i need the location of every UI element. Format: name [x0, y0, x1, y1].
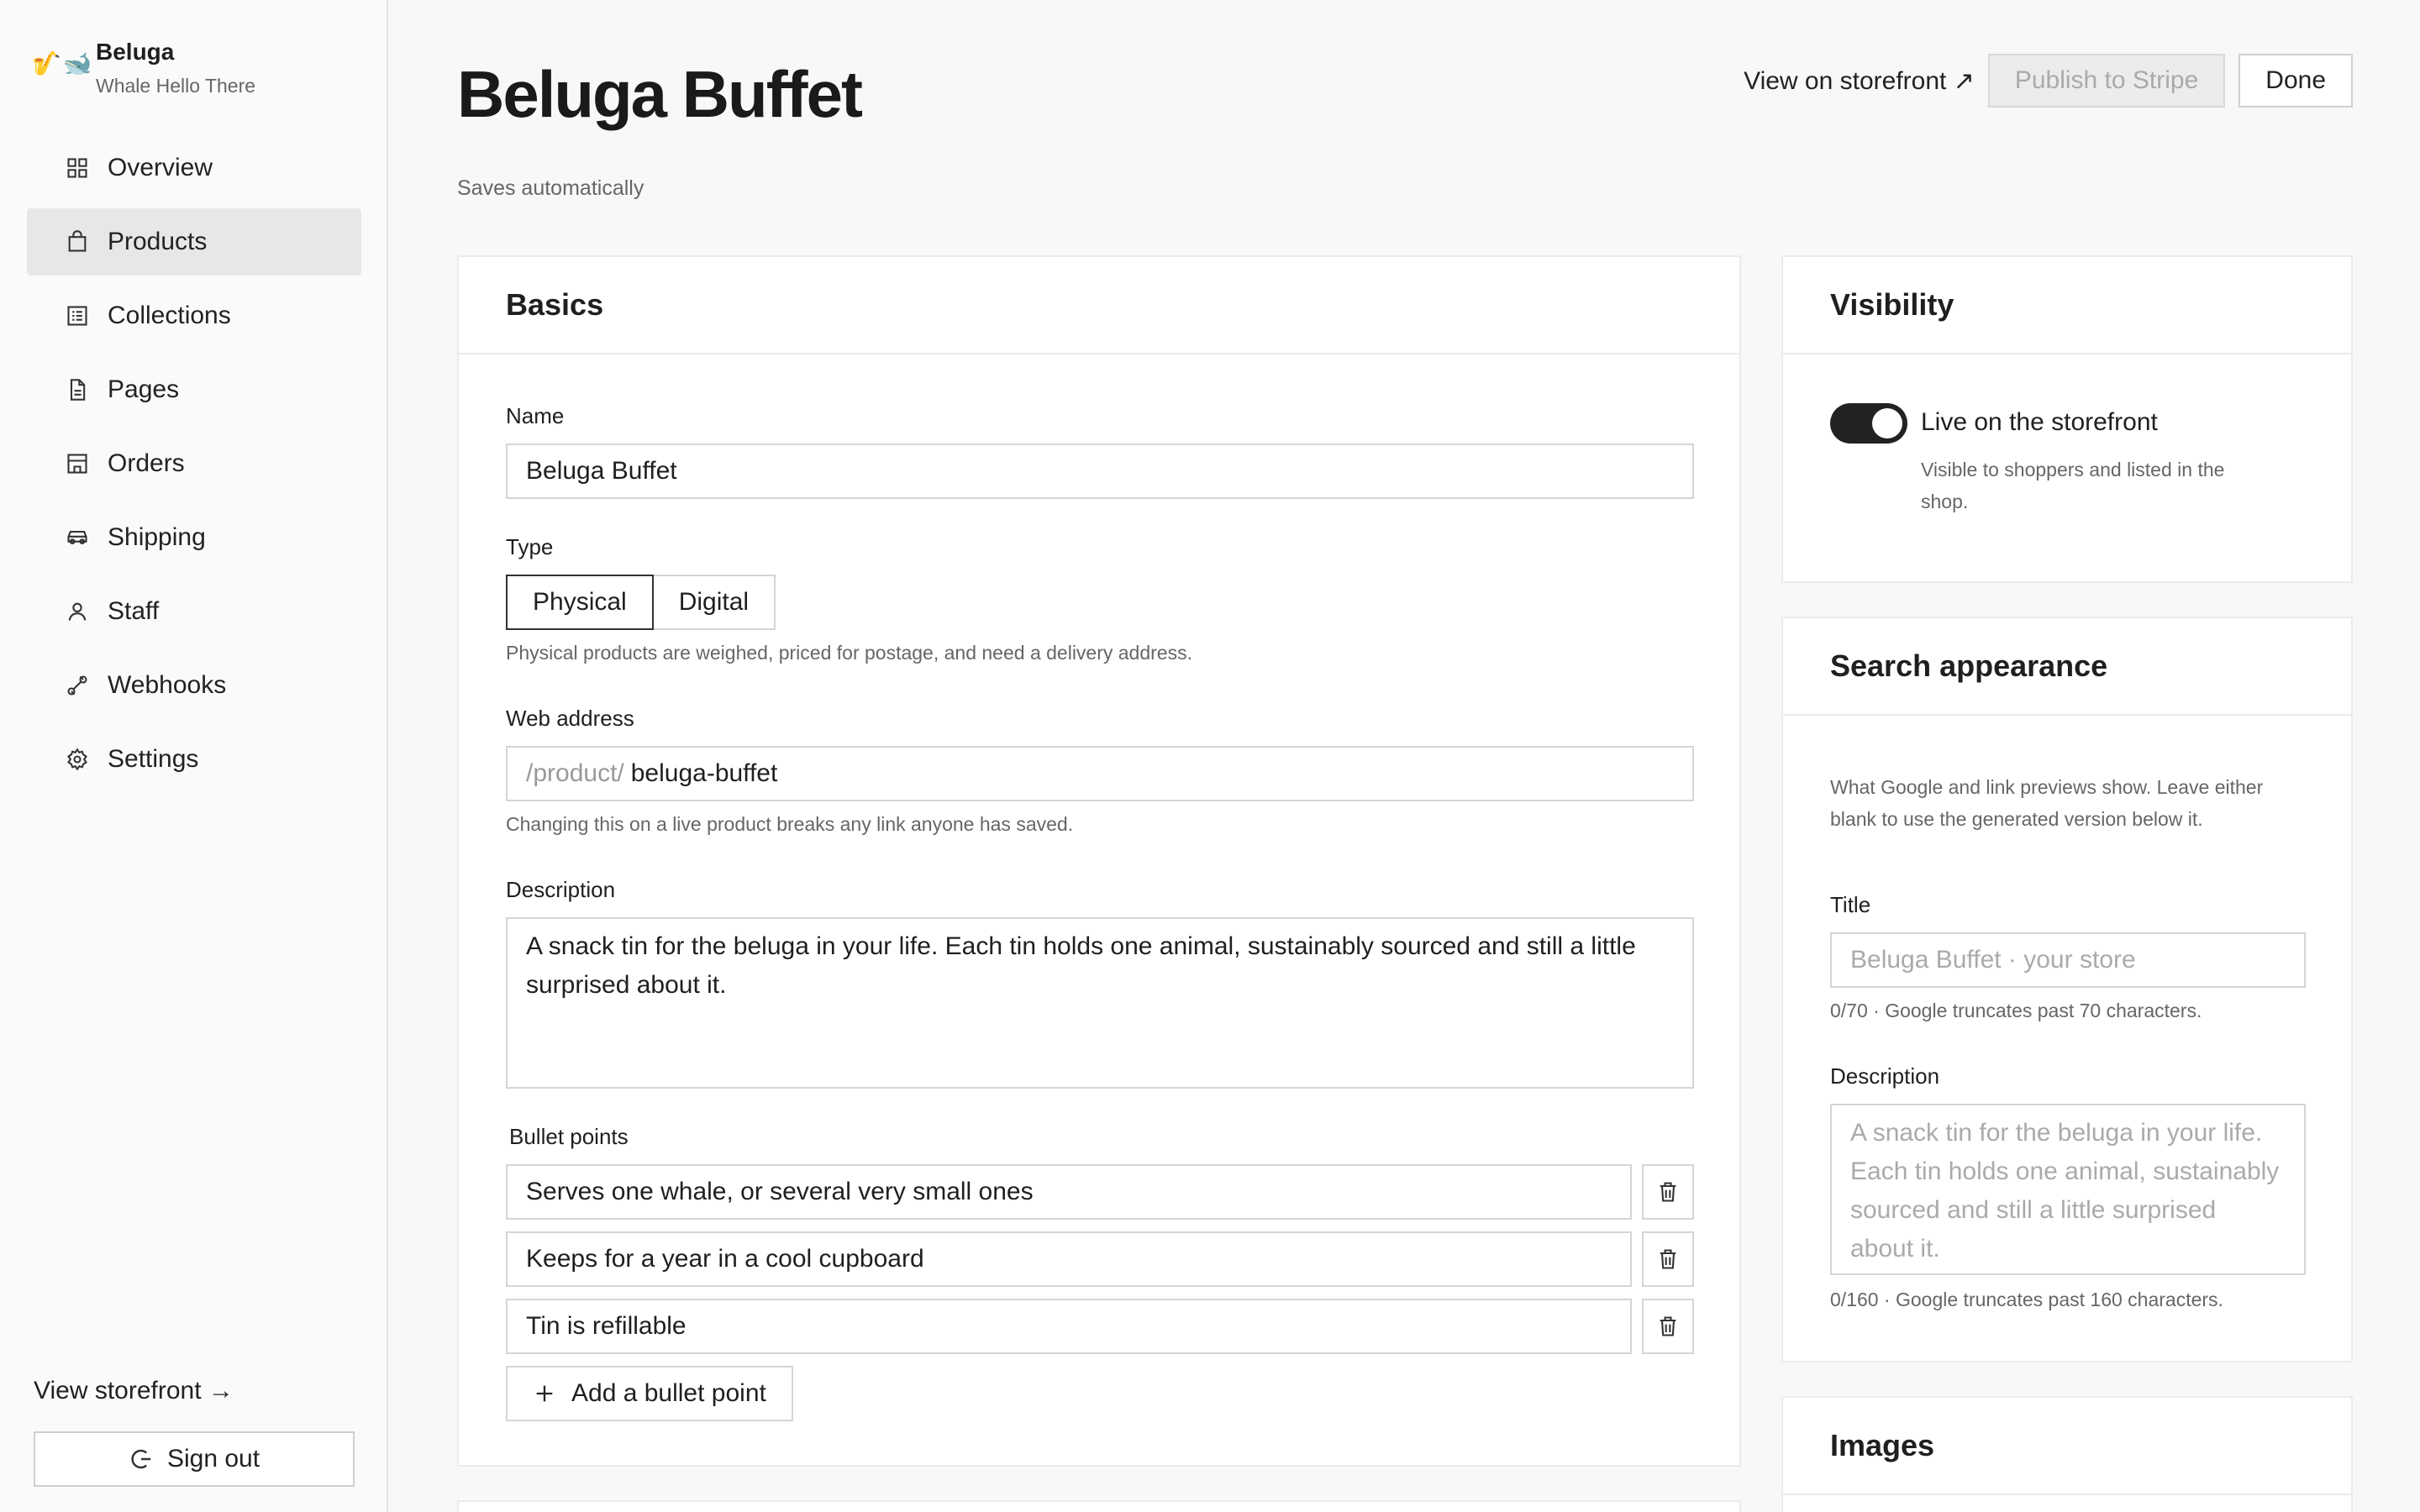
- sidebar-item-products[interactable]: Products: [27, 208, 361, 276]
- name-label: Name: [506, 403, 565, 428]
- seo-title-count: 0/70 · Google truncates past 70 characte…: [1830, 1000, 2202, 1021]
- type-selector: Physical Digital: [506, 575, 776, 630]
- images-card: Images: [1781, 1396, 2353, 1512]
- search-intro: What Google and link previews show. Leav…: [1830, 776, 2264, 830]
- header-actions: View on storefront ↗ Publish to Stripe D…: [1744, 54, 2353, 108]
- bag-icon: [66, 230, 89, 254]
- sidebar-item-label: Products: [108, 228, 208, 255]
- bullet-input[interactable]: Keeps for a year in a cool cupboard: [506, 1231, 1632, 1287]
- store-icon: [66, 452, 89, 475]
- user-icon: [66, 600, 89, 623]
- sidebar-item-label: Pages: [108, 375, 180, 403]
- view-storefront-link[interactable]: View storefront →: [34, 1369, 355, 1413]
- webhook-icon: [66, 674, 89, 697]
- type-help: Physical products are weighed, priced fo…: [506, 642, 1192, 664]
- sidebar-item-label: Staff: [108, 597, 160, 625]
- add-bullet-label: Add a bullet point: [571, 1379, 766, 1407]
- sidebar-item-label: Shipping: [108, 523, 206, 551]
- seo-title-placeholder: Beluga Buffet · your store: [1850, 946, 2136, 974]
- page-title: Beluga Buffet: [457, 57, 863, 131]
- sidebar-item-staff[interactable]: Staff: [27, 578, 361, 645]
- description-label: Description: [506, 877, 616, 902]
- gear-icon: [66, 748, 89, 771]
- car-icon: [66, 526, 89, 549]
- sidebar-footer: View storefront → Sign out: [34, 1369, 355, 1487]
- brand-name: Beluga: [96, 39, 175, 65]
- sidebar-item-collections[interactable]: Collections: [27, 282, 361, 349]
- search-appearance-heading: Search appearance: [1783, 618, 2351, 716]
- description-textarea[interactable]: A snack tin for the beluga in your life.…: [506, 917, 1694, 1089]
- web-address-help: Changing this on a live product breaks a…: [506, 813, 1074, 835]
- sign-out-icon: [131, 1449, 151, 1469]
- delete-bullet-button[interactable]: [1642, 1299, 1694, 1354]
- type-digital-option[interactable]: Digital: [653, 575, 776, 630]
- seo-description-textarea[interactable]: A snack tin for the beluga in your life.…: [1830, 1104, 2306, 1275]
- web-address-prefix: /product/: [526, 759, 624, 787]
- sidebar-item-settings[interactable]: Settings: [27, 726, 361, 793]
- basics-card: Basics Name Beluga Buffet Type Physical …: [457, 255, 1741, 1467]
- name-input[interactable]: Beluga Buffet: [506, 444, 1694, 499]
- search-appearance-card: Search appearance What Google and link p…: [1781, 617, 2353, 1362]
- add-bullet-button[interactable]: Add a bullet point: [506, 1366, 793, 1421]
- done-button[interactable]: Done: [2238, 54, 2353, 108]
- brand-logo: 🎷🐋: [32, 50, 94, 76]
- delete-bullet-button[interactable]: [1642, 1164, 1694, 1220]
- web-address-value: beluga-buffet: [630, 759, 778, 787]
- sidebar-item-label: Settings: [108, 745, 199, 773]
- bullet-points-label: Bullet points: [509, 1124, 629, 1149]
- bullet-input[interactable]: Serves one whale, or several very small …: [506, 1164, 1632, 1220]
- live-toggle-label: Live on the storefront: [1921, 408, 2158, 436]
- bullet-value: Keeps for a year in a cool cupboard: [526, 1245, 924, 1273]
- live-toggle[interactable]: [1830, 403, 1907, 444]
- plus-icon: [536, 1385, 553, 1402]
- type-physical-option[interactable]: Physical: [506, 575, 654, 630]
- save-status: Saves automatically: [457, 176, 644, 200]
- seo-title-label: Title: [1830, 892, 1871, 917]
- delete-bullet-button[interactable]: [1642, 1231, 1694, 1287]
- page-icon: [66, 378, 89, 402]
- sidebar-item-overview[interactable]: Overview: [27, 134, 361, 202]
- sidebar-item-shipping[interactable]: Shipping: [27, 504, 361, 571]
- web-address-input[interactable]: /product/ beluga-buffet: [506, 746, 1694, 801]
- bullet-value: Serves one whale, or several very small …: [526, 1178, 1034, 1205]
- publish-button[interactable]: Publish to Stripe: [1987, 54, 2226, 108]
- sidebar-item-label: Overview: [108, 154, 213, 181]
- visibility-card: Visibility Live on the storefront Visibl…: [1781, 255, 2353, 583]
- grid-icon: [66, 156, 89, 180]
- sidebar-item-orders[interactable]: Orders: [27, 430, 361, 497]
- seo-description-label: Description: [1830, 1063, 1940, 1089]
- type-label: Type: [506, 534, 554, 559]
- toggle-knob: [1872, 408, 1902, 438]
- brand: 🎷🐋 Beluga Whale Hello There: [32, 35, 255, 99]
- bullet-input[interactable]: Tin is refillable: [506, 1299, 1632, 1354]
- seo-title-input[interactable]: Beluga Buffet · your store: [1830, 932, 2306, 988]
- seo-description-count: 0/160 · Google truncates past 160 charac…: [1830, 1289, 2223, 1310]
- sidebar: 🎷🐋 Beluga Whale Hello There Overview Pro…: [0, 0, 388, 1512]
- trash-icon: [1660, 1316, 1676, 1336]
- name-value: Beluga Buffet: [526, 457, 677, 485]
- sidebar-nav: Overview Products Collections Pages Orde…: [27, 134, 361, 800]
- sidebar-item-webhooks[interactable]: Webhooks: [27, 652, 361, 719]
- visibility-help: Visible to shoppers and listed in the sh…: [1921, 459, 2225, 512]
- brand-tagline: Whale Hello There: [96, 75, 256, 97]
- sign-out-button[interactable]: Sign out: [34, 1431, 355, 1487]
- sidebar-item-label: Collections: [108, 302, 231, 329]
- view-on-storefront-link[interactable]: View on storefront ↗: [1744, 66, 1975, 96]
- basics-heading: Basics: [459, 257, 1739, 354]
- next-card: [457, 1500, 1741, 1512]
- images-heading: Images: [1783, 1398, 2351, 1495]
- list-icon: [66, 304, 89, 328]
- visibility-heading: Visibility: [1783, 257, 2351, 354]
- trash-icon: [1660, 1182, 1676, 1202]
- bullet-value: Tin is refillable: [526, 1312, 687, 1340]
- sidebar-item-label: Orders: [108, 449, 185, 477]
- sidebar-item-pages[interactable]: Pages: [27, 356, 361, 423]
- sign-out-label: Sign out: [166, 1445, 260, 1473]
- seo-description-placeholder: A snack tin for the beluga in your life.…: [1850, 1119, 2280, 1263]
- trash-icon: [1660, 1249, 1676, 1269]
- sidebar-item-label: Webhooks: [108, 671, 227, 699]
- web-address-label: Web address: [506, 706, 634, 731]
